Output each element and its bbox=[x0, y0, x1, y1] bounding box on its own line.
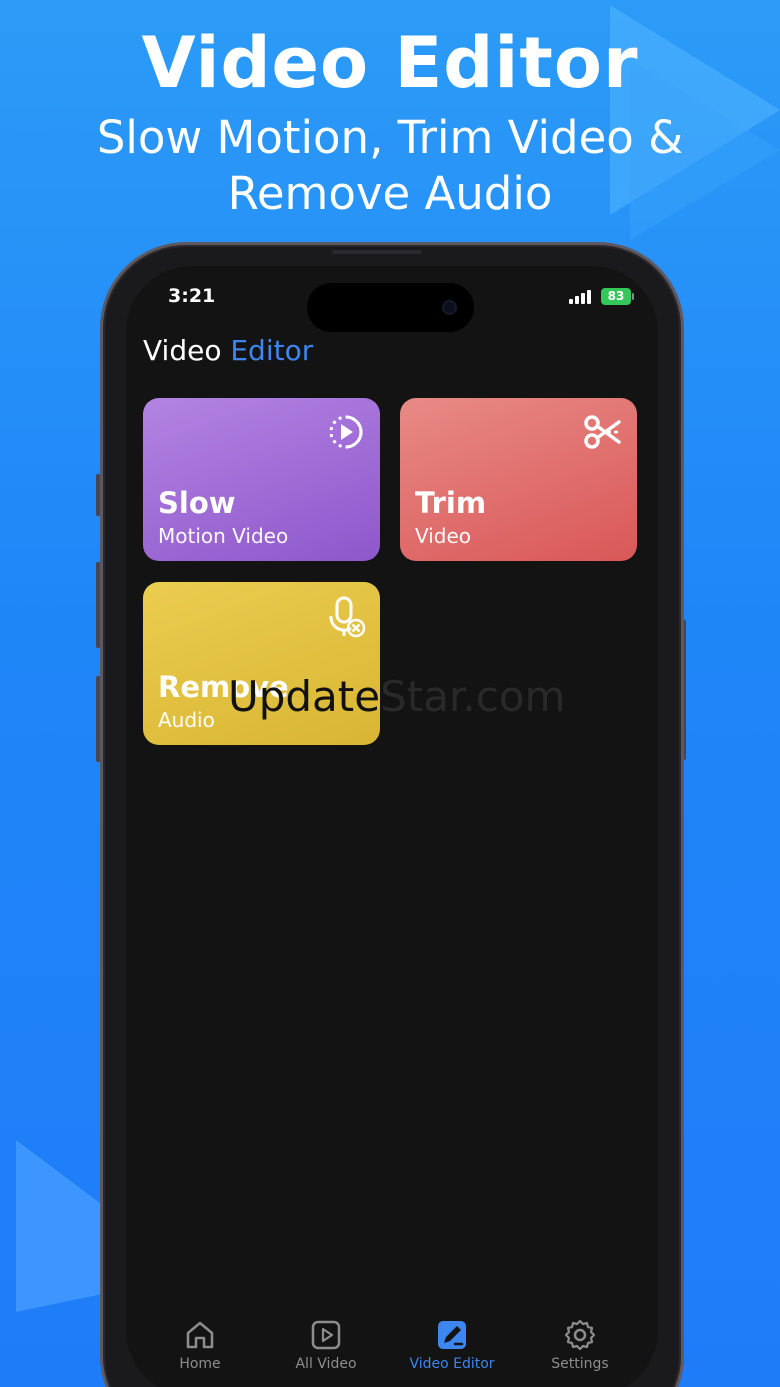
background-play-shape-bottom bbox=[12, 1132, 112, 1332]
page-title-part2: Editor bbox=[230, 334, 314, 367]
card-subtitle: Motion Video bbox=[158, 524, 289, 548]
tab-video-editor[interactable]: Video Editor bbox=[392, 1318, 512, 1372]
page-title-part1: Video bbox=[143, 334, 222, 367]
phone-speaker bbox=[332, 250, 422, 254]
slow-motion-card[interactable]: Slow Motion Video bbox=[143, 398, 380, 561]
bottom-tab-bar: Home All Video Video Editor Settings bbox=[126, 1300, 658, 1387]
card-subtitle: Video bbox=[415, 524, 472, 548]
play-square-icon bbox=[311, 1320, 341, 1350]
mute-microphone-icon bbox=[326, 596, 366, 638]
promo-subtitle-line2: Remove Audio bbox=[227, 167, 553, 220]
front-camera bbox=[442, 300, 457, 315]
watermark-part1: Update bbox=[228, 672, 381, 721]
tab-home[interactable]: Home bbox=[140, 1318, 260, 1372]
watermark: UpdateStar.com bbox=[228, 672, 565, 721]
card-title: Trim bbox=[415, 486, 487, 520]
card-subtitle: Audio bbox=[158, 708, 215, 732]
home-icon bbox=[186, 1321, 214, 1349]
battery-icon: 83 bbox=[601, 288, 631, 305]
battery-nub bbox=[632, 293, 634, 300]
battery-level: 83 bbox=[607, 289, 625, 303]
cellular-signal-icon bbox=[569, 290, 591, 304]
page-title: Video Editor bbox=[143, 334, 313, 367]
tab-all-video[interactable]: All Video bbox=[266, 1318, 386, 1372]
gear-icon bbox=[564, 1319, 596, 1351]
card-title: Slow bbox=[158, 486, 236, 520]
tab-label: Video Editor bbox=[409, 1356, 495, 1372]
status-time: 3:21 bbox=[168, 285, 216, 307]
edit-icon bbox=[438, 1321, 466, 1349]
tab-label: Home bbox=[179, 1356, 221, 1372]
scissors-icon bbox=[583, 412, 623, 452]
promo-subtitle-line1: Slow Motion, Trim Video & bbox=[96, 111, 684, 164]
tab-settings[interactable]: Settings bbox=[520, 1318, 640, 1372]
promo-subtitle: Slow Motion, Trim Video & Remove Audio bbox=[0, 110, 780, 222]
promo-title: Video Editor bbox=[141, 22, 639, 104]
tab-label: Settings bbox=[551, 1356, 609, 1372]
tab-label: All Video bbox=[295, 1356, 357, 1372]
watermark-part2: Star.com bbox=[380, 672, 566, 721]
trim-video-card[interactable]: Trim Video bbox=[400, 398, 637, 561]
slow-motion-play-icon bbox=[326, 412, 366, 452]
